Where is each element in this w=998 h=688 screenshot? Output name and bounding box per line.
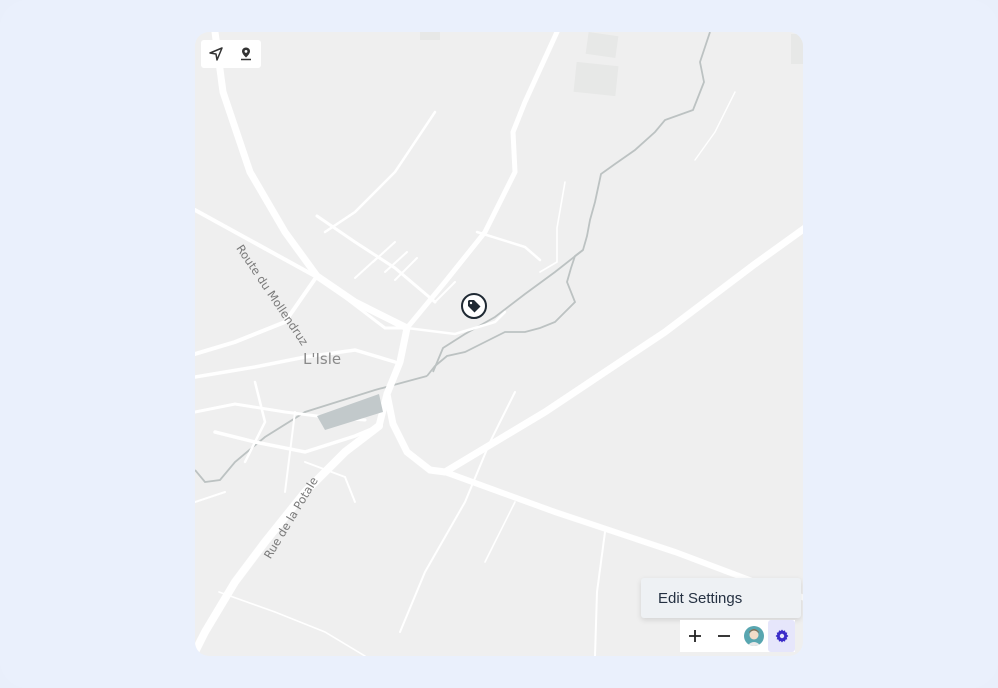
- gear-icon: [775, 629, 789, 643]
- river-line: [195, 32, 711, 483]
- settings-menu: Edit Settings: [641, 578, 801, 618]
- avatar-icon: [743, 626, 764, 646]
- tag-icon[interactable]: [461, 293, 487, 319]
- avatar-button[interactable]: [739, 620, 768, 652]
- place-label: L'Isle: [303, 350, 342, 368]
- settings-button[interactable]: [768, 620, 795, 652]
- map-roads: [195, 32, 803, 656]
- map-buildings: [420, 32, 803, 97]
- map-parcel: [317, 394, 383, 430]
- map-pin-icon[interactable]: [234, 42, 258, 66]
- minus-icon[interactable]: [709, 620, 738, 652]
- map-view[interactable]: L'Isle Route du Mollendruz Rue de la Pot…: [195, 32, 803, 656]
- navigation-arrow-icon[interactable]: [204, 42, 228, 66]
- plus-icon[interactable]: [680, 620, 709, 652]
- map-canvas[interactable]: [195, 32, 803, 656]
- edit-settings-menu-item[interactable]: Edit Settings: [641, 590, 742, 607]
- map-toolbar: [680, 620, 795, 652]
- map-top-left-controls: [201, 40, 261, 68]
